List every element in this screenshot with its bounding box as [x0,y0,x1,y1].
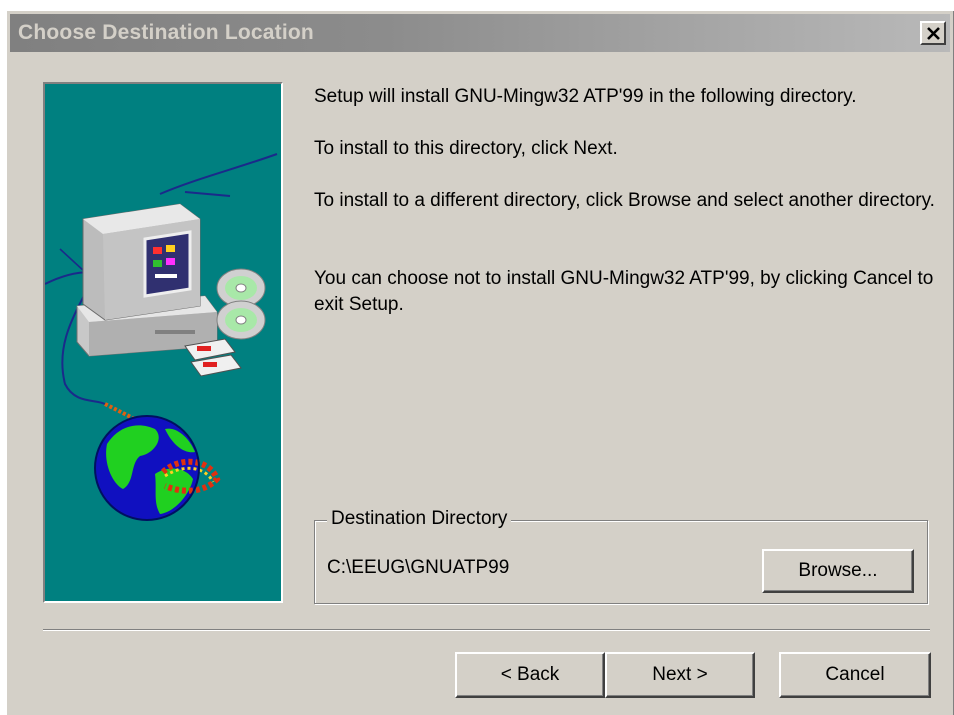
back-button-label: < Back [500,664,560,685]
destination-path: C:\EEUG\GNUATP99 [327,557,510,578]
message-click-cancel: You can choose not to install GNU-Mingw3… [314,268,934,315]
back-button[interactable]: < Back [455,652,605,698]
next-button[interactable]: Next > [605,652,755,698]
window-title: Choose Destination Location [18,21,314,44]
message-click-browse: To install to a different directory, cli… [314,190,935,211]
next-button-label: Next > [652,664,708,685]
destination-directory-group: Destination Directory C:\EEUG\GNUATP99 B… [314,508,928,604]
message-install-directory: Setup will install GNU-Mingw32 ATP'99 in… [314,86,857,107]
title-bar[interactable]: Choose Destination Location [10,14,950,52]
setup-dialog: Choose Destination Location Setup will i… [6,10,954,715]
message-click-next: To install to this directory, click Next… [314,138,618,159]
destination-directory-label: Destination Directory [327,508,512,530]
separator-line [43,629,930,631]
cancel-button-label: Cancel [825,664,885,685]
close-icon [927,27,940,40]
setup-illustration [43,82,283,603]
browse-button-label: Browse... [798,560,878,581]
computer-globe-illustration [45,153,278,521]
browse-button[interactable]: Browse... [762,549,914,593]
close-button[interactable] [920,21,946,45]
cancel-button[interactable]: Cancel [779,652,931,698]
